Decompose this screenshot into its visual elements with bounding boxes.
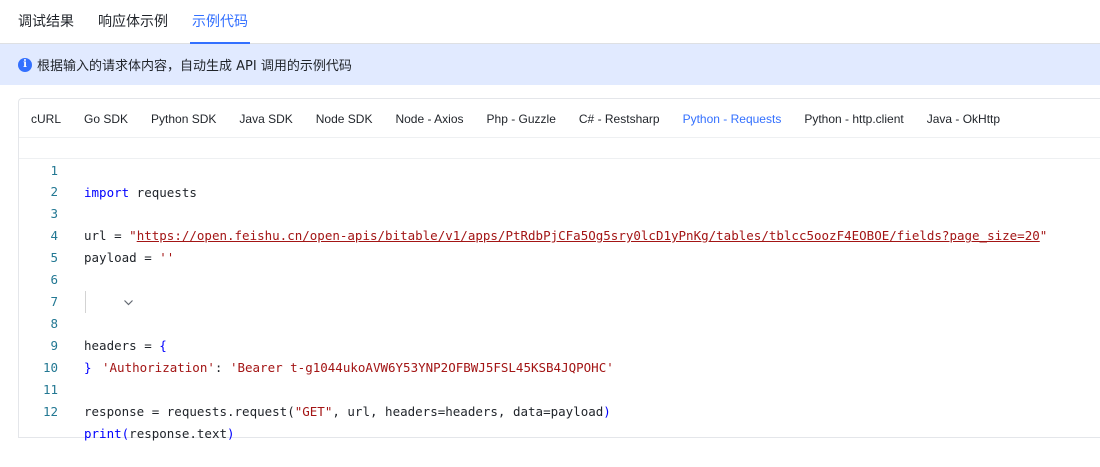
code-line: 12 print(response.text) bbox=[19, 379, 1100, 441]
code-text: response.text bbox=[129, 426, 228, 441]
tab-java-okhttp[interactable]: Java - OkHttp bbox=[927, 99, 1000, 138]
tab-curl[interactable]: cURL bbox=[31, 99, 61, 138]
code-builtin: print bbox=[84, 426, 122, 441]
code-line: 9 } bbox=[19, 313, 1100, 375]
code-line: 8 'Authorization': 'Bearer t-g1044ukoAVW… bbox=[19, 291, 1100, 375]
tab-java-sdk[interactable]: Java SDK bbox=[239, 99, 292, 138]
code-line: 6 bbox=[19, 247, 1100, 287]
tab-python-requests[interactable]: Python - Requests bbox=[682, 99, 781, 139]
tab-python-sdk[interactable]: Python SDK bbox=[151, 99, 216, 138]
code-panel: cURL Go SDK Python SDK Java SDK Node SDK… bbox=[18, 98, 1100, 441]
info-icon: i bbox=[18, 57, 32, 72]
tab-sample-code[interactable]: 示例代码 bbox=[190, 0, 250, 44]
indent-guide bbox=[85, 291, 86, 313]
top-tab-bar: 调试结果 响应体示例 示例代码 bbox=[0, 0, 1100, 44]
code-line: 3 url = "https://open.feishu.cn/open-api… bbox=[19, 181, 1100, 243]
code-text: , url, headers=headers, data=payload bbox=[332, 404, 604, 419]
code-line: 2 bbox=[19, 159, 1100, 199]
tab-node-axios[interactable]: Node - Axios bbox=[395, 99, 463, 138]
tab-csharp-restsharp[interactable]: C# - Restsharp bbox=[579, 99, 660, 138]
tab-node-sdk[interactable]: Node SDK bbox=[316, 99, 373, 138]
code-line: 11 response = requests.request("GET", ur… bbox=[19, 357, 1100, 419]
info-banner: i 根据输入的请求体内容，自动生成 API 调用的示例代码 bbox=[0, 44, 1100, 85]
code-text: response = requests.request( bbox=[84, 404, 295, 419]
code-line: 5 bbox=[19, 225, 1100, 265]
tab-python-http-client[interactable]: Python - http.client bbox=[804, 99, 903, 138]
code-string: "GET" bbox=[294, 404, 333, 419]
tab-debug-result[interactable]: 调试结果 bbox=[18, 0, 74, 43]
code-line: 7 headers = { bbox=[19, 269, 1100, 353]
language-tab-bar: cURL Go SDK Python SDK Java SDK Node SDK… bbox=[19, 99, 1100, 139]
tab-response-example[interactable]: 响应体示例 bbox=[98, 0, 168, 43]
code-line: 10 bbox=[19, 335, 1100, 375]
code-paren: ) bbox=[603, 404, 611, 419]
code-editor[interactable]: 1 import requests 2 3 url = "https://ope… bbox=[19, 137, 1100, 441]
code-paren: ) bbox=[227, 426, 235, 441]
line-number: 12 bbox=[42, 404, 58, 419]
info-banner-text: 根据输入的请求体内容，自动生成 API 调用的示例代码 bbox=[37, 59, 352, 74]
tab-php-guzzle[interactable]: Php - Guzzle bbox=[487, 99, 556, 138]
code-line: 1 import requests bbox=[19, 137, 1100, 200]
code-line: 4 payload = '' bbox=[19, 203, 1100, 265]
tab-go-sdk[interactable]: Go SDK bbox=[84, 99, 128, 138]
